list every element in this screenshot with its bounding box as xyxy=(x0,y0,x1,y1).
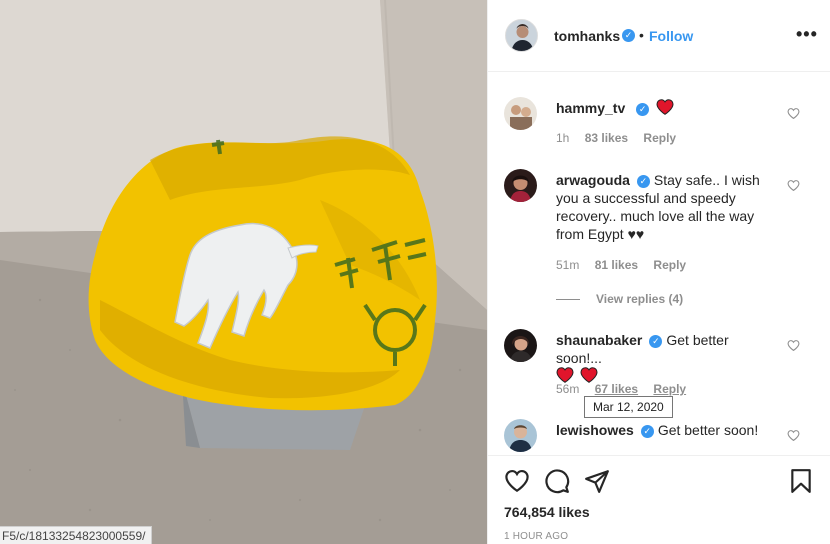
comment-likes[interactable]: 67 likes xyxy=(595,382,638,396)
date-tooltip: Mar 12, 2020 xyxy=(584,396,673,418)
share-icon[interactable] xyxy=(584,468,610,494)
view-replies-button[interactable]: View replies (4) xyxy=(556,292,683,306)
verified-badge-icon: ✓ xyxy=(649,334,663,348)
reply-button[interactable]: Reply xyxy=(653,258,686,272)
comment-time[interactable]: 51m xyxy=(556,258,579,272)
verified-badge-icon: ✓ xyxy=(622,29,635,42)
author-username[interactable]: tomhanks xyxy=(554,28,620,44)
like-comment-heart-icon[interactable] xyxy=(787,107,800,120)
comment-message: Get better soon! xyxy=(657,422,759,438)
commenter-avatar[interactable] xyxy=(504,97,537,130)
comment-likes[interactable]: 81 likes xyxy=(595,258,638,272)
bookmark-icon[interactable] xyxy=(788,468,814,494)
comment-text: shaunabaker ✓ Get better soon!... xyxy=(556,331,776,385)
post-header: tomhanks ✓ • Follow ••• xyxy=(488,0,830,72)
comment-text: hammy_tv ✓ xyxy=(556,99,766,117)
reply-button[interactable]: Reply xyxy=(643,131,676,145)
commenter-avatar[interactable] xyxy=(504,169,537,202)
commenter-username[interactable]: lewishowes xyxy=(556,422,634,438)
biohazard-bag-photo xyxy=(0,0,487,544)
browser-status-url: F5/c/18133254823000559/ xyxy=(0,526,153,544)
comment-meta: 51m 81 likes Reply xyxy=(556,258,698,272)
reply-button[interactable]: Reply xyxy=(653,382,686,396)
commenter-username[interactable]: shaunabaker xyxy=(556,332,642,348)
follow-button[interactable]: Follow xyxy=(649,28,693,44)
commenter-avatar[interactable] xyxy=(504,419,537,452)
comment-likes[interactable]: 83 likes xyxy=(585,131,628,145)
post-side-panel: tomhanks ✓ • Follow ••• hammy_tv ✓ 1h 83… xyxy=(487,0,830,544)
post-photo[interactable]: F5/c/18133254823000559/ xyxy=(0,0,487,544)
comment-time[interactable]: 56m xyxy=(556,382,579,396)
red-heart-emoji-icon xyxy=(556,367,574,383)
verified-badge-icon: ✓ xyxy=(640,424,654,438)
verified-badge-icon: ✓ xyxy=(636,102,650,116)
like-comment-heart-icon[interactable] xyxy=(787,339,800,352)
like-comment-heart-icon[interactable] xyxy=(787,179,800,192)
author-avatar[interactable] xyxy=(505,19,538,52)
post-timestamp[interactable]: 1 HOUR AGO xyxy=(504,531,568,542)
more-options-icon[interactable]: ••• xyxy=(796,24,818,45)
heart-icon[interactable] xyxy=(504,468,530,494)
commenter-username[interactable]: hammy_tv xyxy=(556,100,625,116)
replies-divider-line xyxy=(556,299,580,301)
comment-meta: 56m 67 likes Reply xyxy=(556,382,698,396)
post-likes-count[interactable]: 764,854 likes xyxy=(504,504,590,520)
post-actions: 764,854 likes 1 HOUR AGO xyxy=(488,455,830,544)
commenter-username[interactable]: arwagouda xyxy=(556,172,630,188)
like-comment-heart-icon[interactable] xyxy=(787,429,800,442)
commenter-avatar[interactable] xyxy=(504,329,537,362)
comment-meta: 1h 83 likes Reply xyxy=(556,131,688,145)
comment-text: lewishowes ✓ Get better soon! xyxy=(556,421,766,439)
red-heart-emoji-icon xyxy=(580,367,598,383)
header-separator: • xyxy=(639,27,644,43)
comment-icon[interactable] xyxy=(544,468,570,494)
comment-text: arwagouda ✓ Stay safe.. I wish you a succe… xyxy=(556,171,766,243)
view-replies-label: View replies (4) xyxy=(596,292,684,306)
verified-badge-icon: ✓ xyxy=(636,174,650,188)
comment-time[interactable]: 1h xyxy=(556,131,569,145)
red-heart-emoji-icon xyxy=(656,99,674,115)
